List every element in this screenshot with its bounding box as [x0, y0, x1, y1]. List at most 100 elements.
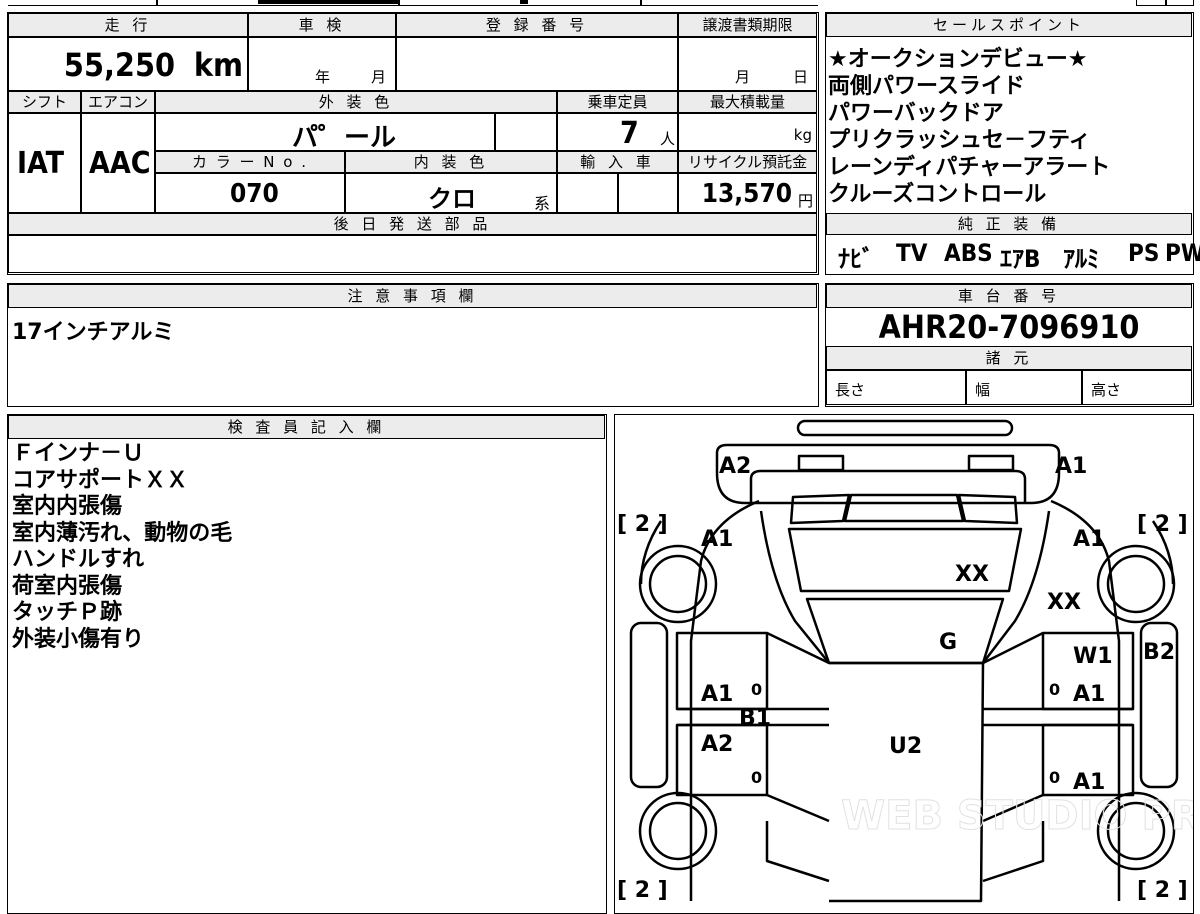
- mark-right-rear-door: A1: [1073, 770, 1105, 795]
- chassis-box: 車 台 番 号 AHR20-7096910 諸 元 長さ 幅 高さ: [825, 283, 1194, 407]
- mark-roof: U2: [889, 734, 922, 759]
- aircon-value: AAC: [89, 146, 151, 181]
- chassis-number: AHR20-7096910: [878, 308, 1140, 346]
- inspection-month: 月: [371, 68, 387, 86]
- equipment-label: 純 正 装 備: [826, 213, 1192, 235]
- equipment-item: ｱﾙﾐ: [1063, 245, 1099, 273]
- capacity-value: 7: [620, 116, 639, 151]
- exterior-color-extra-cell: [495, 113, 557, 151]
- recycle-cell: 13,570 円: [678, 173, 817, 213]
- recycle-label: リサイクル預託金: [678, 151, 817, 173]
- mark-windshield: G: [939, 630, 957, 655]
- mark-right-step: B2: [1143, 640, 1175, 665]
- aircon-cell: AAC: [81, 113, 155, 213]
- transfer-day: 日: [793, 68, 809, 86]
- watermark: WEB STUDIO PRO: [841, 793, 1193, 839]
- inspector-box: 検 査 員 記 入 欄 Ｆインナ－Ｕ コアサポートＸＸ 室内内張傷 室内薄汚れ、…: [7, 414, 607, 914]
- mark-right-mirror: W1: [1073, 644, 1113, 669]
- chassis-number-cell: AHR20-7096910: [826, 308, 1192, 346]
- mark-left-pillar: B1: [739, 706, 771, 731]
- max-load-unit: kg: [793, 126, 812, 144]
- notes-label: 注 意 事 項 欄: [8, 284, 817, 308]
- mark-left-front-fender: A1: [701, 527, 733, 552]
- length-label: 長さ: [835, 381, 866, 399]
- equipment-item: ABS: [944, 239, 993, 267]
- mileage-value: 55,250: [63, 46, 175, 84]
- sales-point-item: プリクラッシュセ－フティ: [828, 128, 1091, 153]
- inspector-label: 検 査 員 記 入 欄: [8, 415, 605, 439]
- aircon-label: エアコン: [81, 91, 155, 113]
- later-parts-cell: [8, 235, 817, 273]
- height-label: 高さ: [1091, 381, 1122, 399]
- damage-diagram-box: [ 2 ] [ 2 ] [ 2 ] [ 2 ] A2 A1 A1 A1 XX X…: [614, 414, 1194, 914]
- equipment-item: TV: [896, 239, 928, 267]
- interior-color-value: クロ: [428, 185, 476, 213]
- import-cell-b: [618, 173, 678, 213]
- inspector-lines: Ｆインナ－Ｕ コアサポートＸＸ 室内内張傷 室内薄汚れ、動物の毛 ハンドルすれ …: [12, 441, 232, 653]
- notes-text: 17インチアルミ: [12, 320, 175, 345]
- max-load-cell: kg: [678, 113, 817, 151]
- top-right-clipped-strip: [1136, 0, 1194, 6]
- sales-point-item: クルーズコントロール: [828, 182, 1047, 207]
- door-marker-rf: 0: [1049, 680, 1060, 699]
- inspection-year: 年: [315, 68, 331, 86]
- vehicle-diagram: [ 2 ] [ 2 ] [ 2 ] [ 2 ] A2 A1 A1 A1 XX X…: [617, 419, 1193, 903]
- notes-box: 注 意 事 項 欄 17インチアルミ: [7, 283, 819, 407]
- exterior-color-label: 外 装 色: [155, 91, 557, 113]
- width-cell: 幅: [966, 370, 1082, 405]
- shift-cell: IAT: [8, 113, 81, 213]
- exterior-color-cell: パ゜ール: [155, 113, 495, 153]
- mark-core-support: XX: [1047, 590, 1081, 615]
- inspector-line: 室内薄汚れ、動物の毛: [12, 520, 233, 546]
- height-cell: 高さ: [1082, 370, 1192, 405]
- capacity-cell: 7 人: [557, 113, 678, 151]
- sales-points-list: ★オークションデビュー★ 両側パワースライド パワーバックドア プリクラッシュセ…: [828, 46, 1110, 208]
- color-no-label: カ ラ ー N o .: [155, 151, 345, 173]
- inspector-line: 外装小傷有り: [12, 626, 145, 652]
- equipment-item: PW: [1165, 239, 1200, 267]
- color-no-value: 070: [230, 179, 279, 209]
- capacity-unit: 人: [660, 130, 676, 148]
- mileage-cell: 55,250 km: [8, 37, 248, 91]
- door-marker-lr: 0: [751, 768, 762, 787]
- capacity-label: 乗車定員: [557, 91, 678, 113]
- tire-rear-left: [ 2 ]: [617, 878, 668, 903]
- later-parts-label: 後 日 発 送 部 品: [8, 213, 817, 235]
- interior-color-suffix: 系: [534, 194, 551, 213]
- mark-right-front-fender: A1: [1073, 527, 1105, 552]
- mark-left-front-door: A1: [701, 682, 733, 707]
- chassis-label: 車 台 番 号: [826, 284, 1192, 308]
- sales-point-item: ★オークションデビュー★: [828, 47, 1088, 72]
- mark-front-right-corner: A1: [1055, 454, 1087, 479]
- registration-label: 登 録 番 号: [396, 13, 678, 37]
- max-load-label: 最大積載量: [678, 91, 817, 113]
- mark-front-left-corner: A2: [719, 454, 751, 479]
- transfer-month: 月: [735, 68, 751, 86]
- registration-cell: [396, 37, 678, 91]
- color-no-cell: 070: [155, 173, 345, 213]
- inspector-line: Ｆインナ－Ｕ: [12, 441, 145, 466]
- tire-front-left: [ 2 ]: [617, 512, 668, 537]
- exterior-color-value: パ゜ール: [292, 123, 397, 153]
- sales-point-item: パワーバックドア: [828, 101, 1004, 126]
- sales-points-box: セールスポイント ★オークションデビュー★ 両側パワースライド パワーバックドア…: [825, 12, 1200, 275]
- mark-left-rear-door: A2: [701, 732, 733, 757]
- width-label: 幅: [975, 381, 991, 399]
- door-marker-rr: 0: [1049, 768, 1060, 787]
- inspection-label: 車 検: [248, 13, 396, 37]
- vehicle-info-table: 走 行 車 検 登 録 番 号 譲渡書類期限 55,250 km 年 月 月 日…: [7, 12, 819, 275]
- mark-hood: XX: [955, 562, 989, 587]
- inspection-cell: 年 月: [248, 37, 396, 91]
- inspector-line: コアサポートＸＸ: [12, 467, 189, 493]
- equipment-item: ﾅﾋﾞ: [838, 245, 874, 273]
- inspector-line: 荷室内張傷: [12, 573, 123, 599]
- inspector-line: タッチＰ跡: [12, 600, 123, 625]
- inspector-line: ハンドルすれ: [12, 547, 145, 572]
- transfer-deadline-label: 譲渡書類期限: [678, 13, 817, 37]
- mileage-unit: km: [193, 46, 243, 84]
- interior-color-cell: クロ 系: [345, 173, 557, 213]
- sales-points-label: セールスポイント: [826, 13, 1192, 37]
- sales-point-item: レーンディパチャーアラート: [828, 155, 1111, 180]
- shift-value: IAT: [17, 146, 65, 181]
- inspector-line: 室内内張傷: [12, 494, 123, 519]
